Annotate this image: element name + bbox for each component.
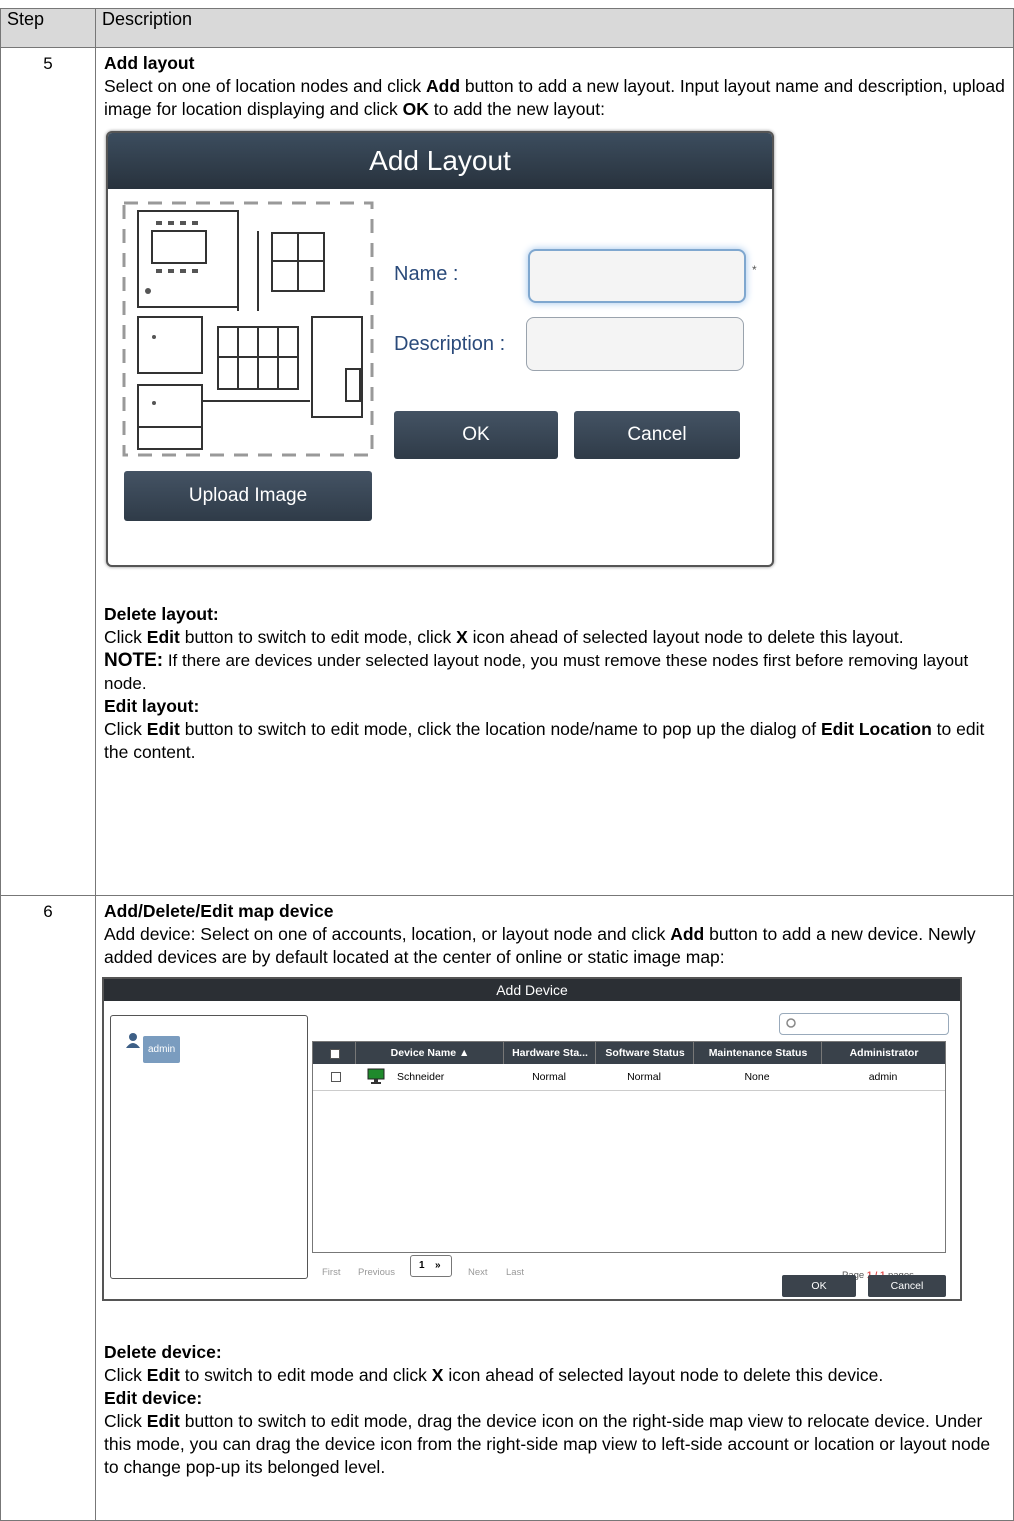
table-row: 5 Add layout Select on one of location n… [0,47,1014,896]
column-header[interactable]: Device Name ▲ [355,1042,504,1064]
header-step: Step [0,8,96,48]
note-paragraph: NOTE: If there are devices under selecte… [104,650,969,693]
step-number: 6 [0,895,96,1521]
description-label: Description : [394,333,506,355]
edit-layout-title: Edit layout: [104,696,200,716]
user-icon [126,1033,140,1048]
account-tree-panel: admin [110,1015,308,1279]
table-row: 6 Add/Delete/Edit map device Add device:… [0,895,1014,1521]
step-description: Add/Delete/Edit map device Add device: S… [95,895,1014,1521]
paragraph: Click Edit to switch to edit mode and cl… [104,1365,884,1385]
name-label: Name : [394,263,459,285]
delete-layout-title: Delete layout: [104,604,219,624]
chevron-down-icon: » [435,1260,441,1271]
section-title: Add/Delete/Edit map device [104,901,334,921]
add-layout-dialog: Add Layout Name: * Description: OK Can… [106,131,774,567]
paragraph: Click Edit button to switch to edit mode… [104,627,904,647]
header-description: Description [95,8,1014,48]
cancel-button[interactable]: Cancel [868,1275,946,1297]
paragraph: Click Edit button to switch to edit mode… [104,719,985,762]
note-label: NOTE: [104,650,164,671]
upload-image-button[interactable]: Upload Image [124,471,372,521]
required-mark: * [752,263,757,277]
monitor-icon [367,1068,385,1084]
next-page-link[interactable]: Next [468,1261,488,1284]
paragraph: Select on one of location nodes and clic… [104,76,1005,119]
cancel-button[interactable]: Cancel [574,411,740,459]
delete-device-title: Delete device: [104,1342,222,1362]
section-title: Add layout [104,53,195,73]
add-device-dialog: Add Device admin Device Name ▲ Hardware … [102,977,962,1301]
step-number: 5 [0,47,96,896]
administrator-cell: admin [868,1071,898,1083]
device-grid: Device Name ▲ Hardware Sta... Software S… [312,1041,946,1253]
row-checkbox[interactable] [331,1072,341,1082]
tree-node-admin[interactable]: admin [143,1036,181,1063]
ok-button[interactable]: OK [782,1275,856,1297]
name-input[interactable] [528,249,746,303]
previous-page-link[interactable]: Previous [358,1261,395,1284]
maintenance-cell: None [744,1071,770,1083]
procedure-table: Step Description 5 Add layout Select on … [0,8,1014,1521]
edit-device-title: Edit device: [104,1388,203,1408]
ok-button[interactable]: OK [394,411,558,459]
search-icon [786,1018,796,1028]
paragraph: Click Edit button to switch to edit mode… [104,1411,991,1477]
table-row[interactable]: Schneider Normal Normal None admin [313,1064,945,1091]
step-description: Add layout Select on one of location nod… [95,47,1014,896]
column-header[interactable]: Software Status [595,1042,694,1064]
select-all-checkbox[interactable] [330,1049,340,1059]
dialog-title: Add Layout [108,133,772,189]
device-name-cell: Schneider [397,1071,445,1083]
hardware-cell: Normal [532,1071,566,1083]
page-select[interactable]: 1 » [410,1255,452,1277]
dialog-title: Add Device [104,979,960,1001]
column-header[interactable]: Maintenance Status [693,1042,822,1064]
paragraph: Add device: Select on one of accounts, l… [104,924,976,967]
table-header-row: Step Description [0,8,1014,48]
software-cell: Normal [627,1071,661,1083]
column-header[interactable]: Administrator [821,1042,946,1064]
floorplan-image [122,201,374,457]
first-page-link[interactable]: First [322,1261,340,1284]
column-header[interactable]: Hardware Sta... [503,1042,596,1064]
grid-header: Device Name ▲ Hardware Sta... Software S… [313,1042,945,1064]
search-input[interactable] [779,1013,949,1035]
last-page-link[interactable]: Last [506,1261,524,1284]
description-input[interactable] [526,317,744,371]
